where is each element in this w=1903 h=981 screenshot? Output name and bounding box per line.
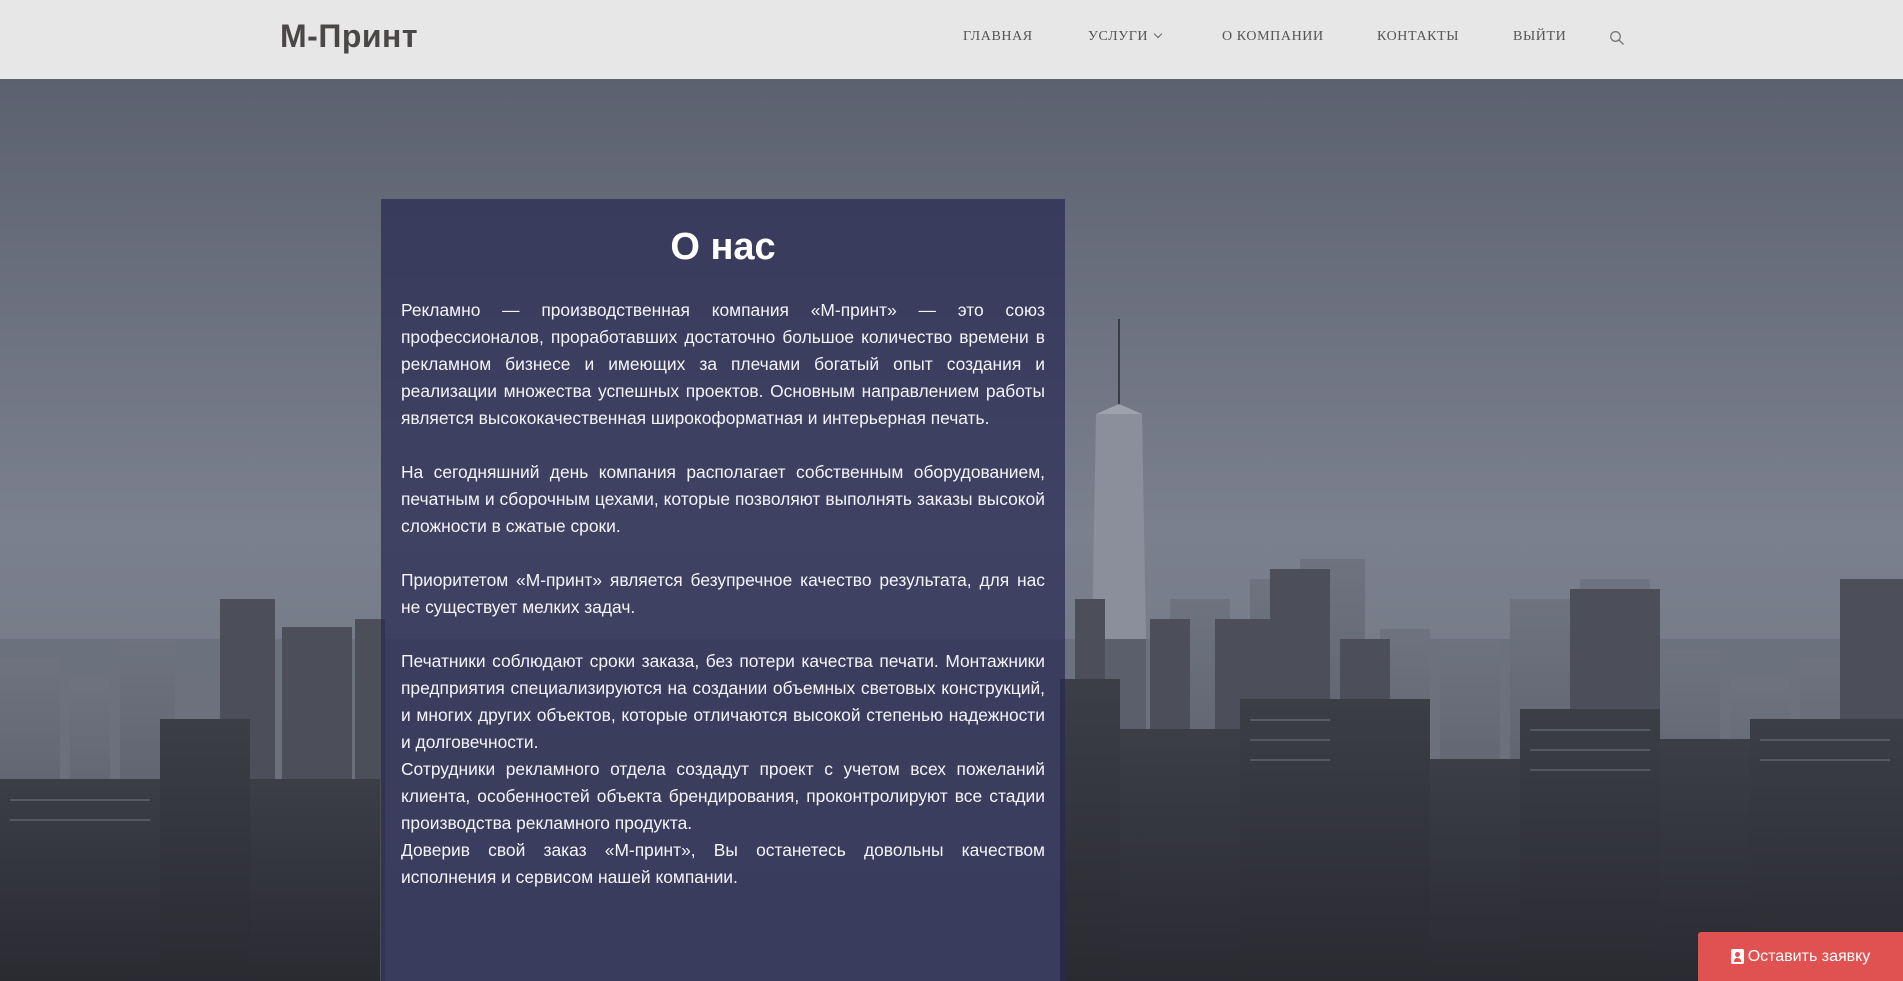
about-paragraph: Печатники соблюдают сроки заказа, без по… bbox=[401, 651, 1045, 752]
nav-item-about[interactable]: О КОМПАНИИ bbox=[1222, 29, 1324, 45]
about-paragraph: Приоритетом «М-принт» является безупречн… bbox=[401, 570, 1045, 617]
about-panel: О нас Рекламно — производственная компан… bbox=[381, 199, 1065, 981]
about-paragraph: Рекламно — производственная компания «М-… bbox=[401, 300, 1045, 428]
user-badge-icon bbox=[1730, 949, 1744, 964]
nav-item-home[interactable]: ГЛАВНАЯ bbox=[963, 29, 1033, 45]
site-header: М-Принт ГЛАВНАЯ УСЛУГИ О КОМПАНИИ КОНТАК… bbox=[0, 0, 1903, 79]
about-title: О нас bbox=[670, 226, 776, 268]
nav-item-contacts[interactable]: КОНТАКТЫ bbox=[1377, 29, 1459, 45]
search-icon[interactable] bbox=[1609, 30, 1625, 46]
nav-item-services-label: УСЛУГИ bbox=[1088, 29, 1149, 44]
about-paragraph: На сегодняшний день компания располагает… bbox=[401, 462, 1045, 536]
chevron-down-icon bbox=[1153, 29, 1163, 39]
leave-request-button[interactable]: Оставить заявку bbox=[1698, 932, 1903, 981]
nav-item-services[interactable]: УСЛУГИ bbox=[1088, 29, 1163, 45]
about-paragraph: Сотрудники рекламного отдела создадут пр… bbox=[401, 759, 1045, 833]
site-logo[interactable]: М-Принт bbox=[280, 18, 418, 55]
about-paragraph: Доверив свой заказ «М-принт», Вы останет… bbox=[401, 840, 1045, 887]
leave-request-label: Оставить заявку bbox=[1747, 947, 1871, 965]
nav-item-logout[interactable]: ВЫЙТИ bbox=[1513, 29, 1566, 45]
